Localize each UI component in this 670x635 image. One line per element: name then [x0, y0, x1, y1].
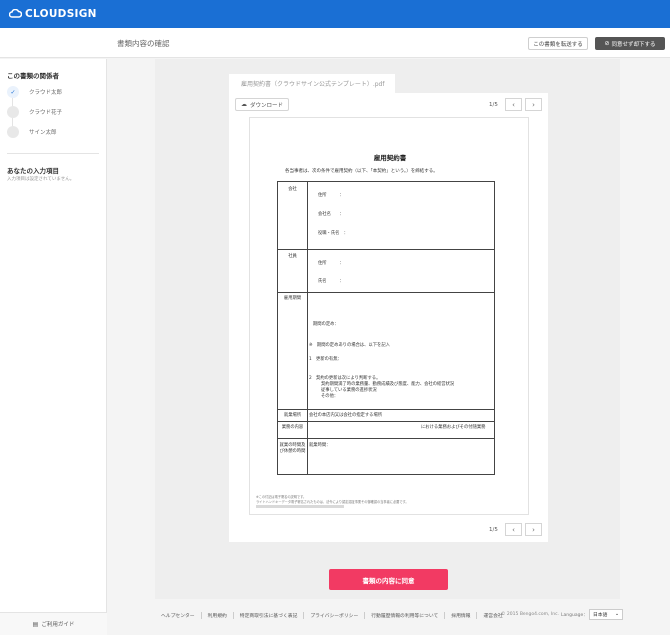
period-label: 雇用期間 — [283, 296, 302, 301]
sidebar-divider — [7, 153, 99, 154]
party-name: クラウド太郎 — [29, 90, 63, 96]
copyright: © 2015 Bengo4.com, Inc. — [501, 612, 559, 617]
document-page: 雇用契約書 各当事者は、次の条件で雇用契約（以下、「本契約」という。）を締結する… — [249, 117, 529, 515]
document-intro: 各当事者は、次の条件で雇用契約（以下、「本契約」という。）を締結する。 — [285, 169, 438, 174]
footer-links: ヘルプセンター 利用規約 特定商取引法に基づく表記 プライバシーポリシー 行動履… — [155, 606, 509, 624]
user-guide-button[interactable]: ▤ ご利用ガイド — [0, 612, 107, 635]
book-icon: ▤ — [32, 620, 39, 628]
duties-value: における業務およびその付随業務 — [421, 425, 486, 430]
pending-dot-icon — [7, 126, 19, 138]
inputs-heading: あなたの入力項目 — [7, 167, 59, 175]
chevron-left-icon: ‹ — [512, 100, 515, 109]
table-row-divider — [278, 438, 494, 439]
company-label: 会社 — [288, 187, 297, 192]
table-row-divider — [278, 249, 494, 250]
renewal-flag: 1 更新の有無： — [309, 357, 342, 362]
inputs-note: 入力項目は設定されていません。 — [7, 177, 75, 182]
document-title: 雇用契約書 — [373, 154, 407, 162]
prev-page-button[interactable]: ‹ — [505, 98, 522, 111]
next-page-button[interactable]: › — [525, 98, 542, 111]
pending-dot-icon — [7, 106, 19, 118]
cloudsign-logo[interactable]: CLOUDSIGN — [9, 8, 97, 20]
footer-link-privacy[interactable]: プライバシーポリシー — [304, 611, 366, 619]
footer-link-terms[interactable]: 利用規約 — [202, 611, 234, 619]
footer-link-behavior[interactable]: 行動履歴情報の利用等について — [365, 611, 446, 619]
page-title: 書類内容の確認 — [117, 39, 170, 48]
chevron-down-icon: ⌄ — [614, 612, 619, 617]
footer-link-careers[interactable]: 採用情報 — [445, 611, 478, 619]
fine-print-2: ライトハンドキーデータ電子署名されたものは、法令により認定認証事業その御確認の当… — [256, 500, 409, 504]
duties-label: 業務の内容 — [281, 425, 304, 430]
workplace-value: 会社の本店内又は会社の指定する場所 — [309, 413, 383, 418]
guide-label: ご利用ガイド — [41, 622, 75, 628]
employee-label: 社員 — [288, 254, 297, 259]
footer-link-help[interactable]: ヘルプセンター — [155, 611, 202, 619]
period-note: ※ 期間の定めありの場合は、以下を記入 — [309, 343, 390, 348]
party-item: サイン太郎 — [7, 126, 57, 138]
company-address: 住所 ： — [318, 193, 344, 198]
page-indicator-bottom: 1/5 — [489, 527, 498, 533]
cloud-logo-icon — [9, 9, 22, 18]
page-indicator-top: 1/5 — [489, 102, 498, 108]
table-row-divider — [278, 421, 494, 422]
company-representative: 役職・氏名 ： — [318, 231, 349, 236]
chevron-right-icon: › — [532, 525, 535, 534]
workplace-label: 就業場所 — [283, 413, 302, 418]
prev-page-button-bottom[interactable]: ‹ — [505, 523, 522, 536]
language-value: 日本語 — [593, 613, 608, 618]
document-tab[interactable]: 雇用契約書（クラウドサイン公式テンプレート）.pdf — [229, 74, 395, 93]
download-label: ダウンロード — [249, 102, 283, 109]
language-select[interactable]: 日本語 ⌄ — [589, 609, 623, 620]
employee-name: 氏名 ： — [318, 279, 344, 284]
language-label: Language： — [561, 613, 588, 618]
party-name: サイン太郎 — [29, 130, 57, 136]
table-row-divider — [278, 292, 494, 293]
table-row-divider — [278, 409, 494, 410]
contract-table: 会社 住所 ： 会社名 ： 役職・氏名 ： 社員 住所 ： 氏名 ： 雇用期間 … — [277, 181, 495, 475]
decline-icon: ⊘ — [604, 40, 610, 47]
brand-name: CLOUDSIGN — [25, 8, 97, 20]
decline-label: 同意せず却下する — [611, 41, 656, 48]
table-column-divider — [307, 182, 308, 474]
decline-button[interactable]: ⊘ 同意せず却下する — [595, 37, 665, 50]
chevron-right-icon: › — [532, 100, 535, 109]
parties-heading: この書類の関係者 — [7, 72, 59, 80]
footer-link-commerce[interactable]: 特定商取引法に基づく表記 — [234, 611, 305, 619]
cloud-download-icon: ☁ — [240, 101, 247, 108]
chevron-left-icon: ‹ — [512, 525, 515, 534]
hours-value: 就業時間： — [309, 443, 331, 448]
party-item: クラウド花子 — [7, 106, 62, 118]
renewal-criteria-3: その他： — [321, 394, 339, 399]
next-page-button-bottom[interactable]: › — [525, 523, 542, 536]
party-item: ✓ クラウド太郎 — [7, 86, 62, 98]
redacted-line — [256, 505, 344, 508]
employee-address: 住所 ： — [318, 261, 344, 266]
agree-button[interactable]: 書類の内容に同意 — [329, 569, 448, 590]
check-icon: ✓ — [7, 86, 19, 98]
hours-label-line-2: び休憩の時間 — [279, 449, 306, 454]
forward-document-button[interactable]: この書類を転送する — [528, 37, 588, 50]
top-bar: CLOUDSIGN — [0, 0, 670, 28]
period-start: 期間の定め： — [313, 322, 339, 327]
sidebar: この書類の関係者 ✓ クラウド太郎 クラウド花子 サイン太郎 あなたの入力項目 … — [0, 59, 107, 635]
party-name: クラウド花子 — [29, 110, 63, 116]
download-button[interactable]: ☁ ダウンロード — [235, 98, 289, 111]
company-name: 会社名 ： — [318, 212, 344, 217]
